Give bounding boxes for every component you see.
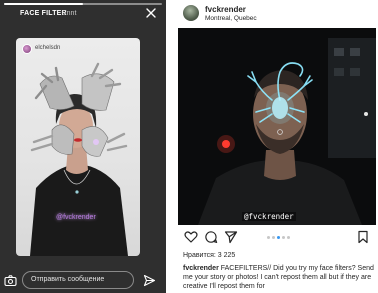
story-subtitle: Ennt — [62, 10, 77, 17]
carousel-dot — [267, 236, 270, 239]
message-input-placeholder: Отправить сообщение — [31, 276, 105, 283]
story-header: FACE FILTER Ennt — [0, 0, 166, 28]
carousel-dot — [287, 236, 290, 239]
close-icon[interactable] — [144, 6, 158, 20]
post-caption: fvckrender FACEFILTERS// Did you try my … — [183, 264, 375, 291]
post-likes-count[interactable]: Нравится: 3 225 — [183, 252, 235, 259]
comment-icon[interactable] — [204, 230, 218, 244]
carousel-dot — [282, 236, 285, 239]
post-media-mention[interactable]: @fvckrender — [242, 212, 296, 221]
face-filter-photo — [30, 62, 128, 256]
story-progress-bar — [4, 3, 162, 5]
post-media[interactable]: @fvckrender — [178, 28, 376, 225]
story-progress-fill — [4, 3, 83, 5]
story-panel: FACE FILTER Ennt elchelsdn @fvckrender О… — [0, 0, 166, 293]
avatar[interactable] — [183, 5, 199, 21]
caption-username[interactable]: fvckrender — [183, 265, 219, 272]
send-icon[interactable] — [143, 274, 156, 287]
avatar[interactable] — [22, 44, 32, 54]
carousel-dot — [277, 236, 280, 239]
story-shared-post[interactable]: elchelsdn @fvckrender — [16, 38, 140, 256]
post-location[interactable]: Montreal, Quebec — [205, 15, 257, 22]
post-header: fvckrender Montreal, Quebec — [176, 0, 378, 27]
story-title: FACE FILTER — [20, 10, 67, 17]
story-card-username[interactable]: elchelsdn — [35, 45, 60, 51]
camera-icon[interactable] — [4, 274, 17, 287]
message-input[interactable]: Отправить сообщение — [22, 271, 134, 289]
heart-icon[interactable] — [184, 230, 198, 244]
post-username[interactable]: fvckrender — [205, 5, 246, 14]
carousel-dot — [272, 236, 275, 239]
bookmark-icon[interactable] — [356, 230, 370, 244]
face-filter-video — [178, 28, 376, 225]
post-panel: fvckrender Montreal, Quebec @fvckrender … — [176, 0, 378, 293]
story-reply-bar: Отправить сообщение — [0, 268, 166, 293]
share-icon[interactable] — [224, 230, 238, 244]
story-card-mention[interactable]: @fvckrender — [56, 214, 96, 221]
post-action-bar — [176, 230, 378, 246]
